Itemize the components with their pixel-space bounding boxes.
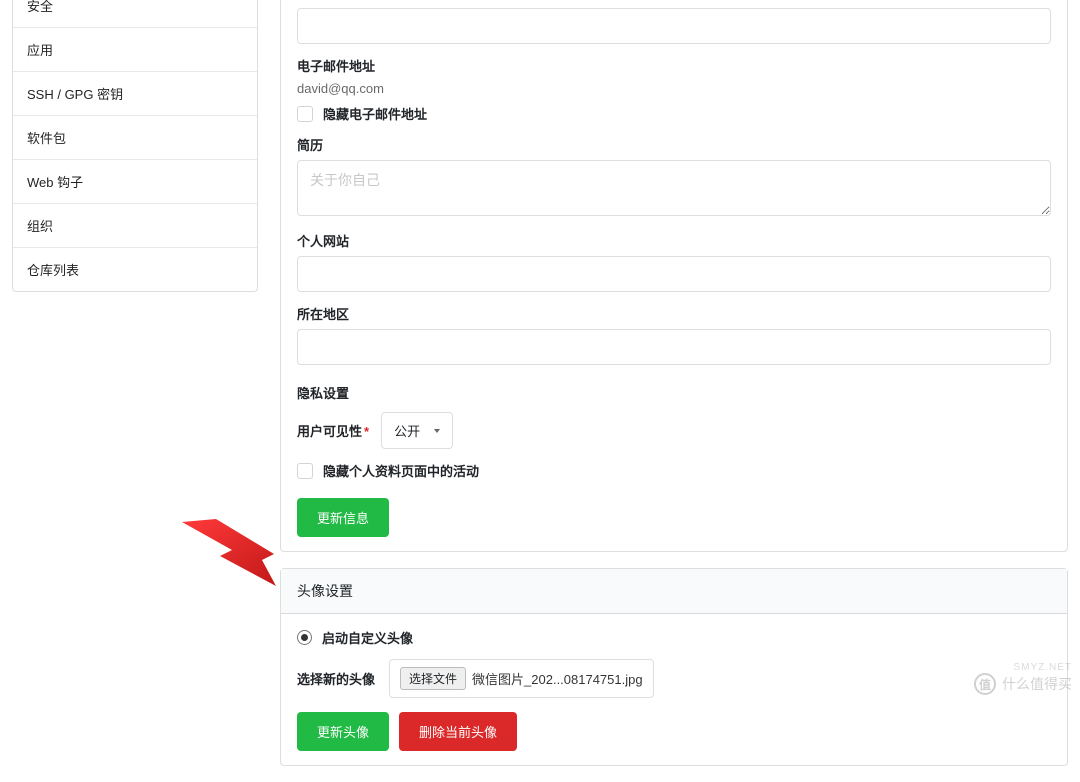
sidebar-item-webhooks[interactable]: Web 钩子 [13, 160, 257, 204]
sidebar-item-label: 安全 [27, 0, 53, 14]
location-input[interactable] [297, 329, 1051, 365]
sidebar-item-label: SSH / GPG 密钥 [27, 87, 123, 102]
file-name: 微信图片_202...08174751.jpg [472, 669, 643, 688]
sidebar-item-label: 应用 [27, 43, 53, 58]
custom-avatar-radio[interactable] [297, 630, 312, 645]
avatar-file-picker[interactable]: 选择文件 微信图片_202...08174751.jpg [389, 659, 654, 698]
bio-label: 简历 [297, 135, 1051, 154]
delete-avatar-button[interactable]: 删除当前头像 [399, 712, 517, 751]
sidebar-item-applications[interactable]: 应用 [13, 28, 257, 72]
location-label: 所在地区 [297, 304, 1051, 323]
watermark-badge-icon: 值 [974, 673, 996, 695]
update-profile-button[interactable]: 更新信息 [297, 498, 389, 537]
hide-activity-checkbox[interactable] [297, 463, 313, 479]
sidebar-item-packages[interactable]: 软件包 [13, 116, 257, 160]
file-choose-button[interactable]: 选择文件 [400, 667, 466, 690]
sidebar-item-organizations[interactable]: 组织 [13, 204, 257, 248]
chevron-down-icon [434, 429, 440, 433]
sidebar-item-label: 仓库列表 [27, 263, 79, 278]
choose-avatar-label: 选择新的头像 [297, 669, 375, 688]
hide-activity-label: 隐藏个人资料页面中的活动 [323, 461, 479, 480]
bio-textarea[interactable] [297, 160, 1051, 216]
visibility-value: 公开 [394, 421, 420, 440]
sidebar-item-label: 组织 [27, 219, 53, 234]
sidebar-item-label: 软件包 [27, 131, 66, 146]
watermark: 值 什么值得买 [974, 673, 1072, 695]
sidebar-item-repositories[interactable]: 仓库列表 [13, 248, 257, 291]
sidebar-item-security[interactable]: 安全 [13, 0, 257, 28]
email-value: david@qq.com [297, 81, 1051, 96]
email-label: 电子邮件地址 [297, 56, 1051, 75]
website-input[interactable] [297, 256, 1051, 292]
sidebar-item-label: Web 钩子 [27, 175, 83, 190]
watermark-text: 什么值得买 [1002, 674, 1072, 694]
update-avatar-button[interactable]: 更新头像 [297, 712, 389, 751]
hide-email-checkbox[interactable] [297, 106, 313, 122]
visibility-label: 用户可见性* [297, 421, 369, 440]
privacy-section-header: 隐私设置 [297, 383, 1051, 402]
avatar-settings-panel: 头像设置 启动自定义头像 选择新的头像 选择文件 微信图片_202...0817… [280, 568, 1068, 766]
fullname-input[interactable] [297, 8, 1051, 44]
custom-avatar-label: 启动自定义头像 [322, 628, 413, 647]
avatar-section-title: 头像设置 [281, 569, 1067, 614]
hide-email-label: 隐藏电子邮件地址 [323, 104, 427, 123]
website-label: 个人网站 [297, 231, 1051, 250]
profile-settings-panel: 电子邮件地址 david@qq.com 隐藏电子邮件地址 简历 个人网站 [280, 0, 1068, 552]
visibility-select[interactable]: 公开 [381, 412, 453, 449]
watermark-url: SMYZ.NET [1013, 662, 1072, 673]
sidebar-item-ssh-gpg-keys[interactable]: SSH / GPG 密钥 [13, 72, 257, 116]
settings-sidebar: 安全 应用 SSH / GPG 密钥 软件包 Web 钩子 组织 仓库列表 [12, 0, 258, 292]
